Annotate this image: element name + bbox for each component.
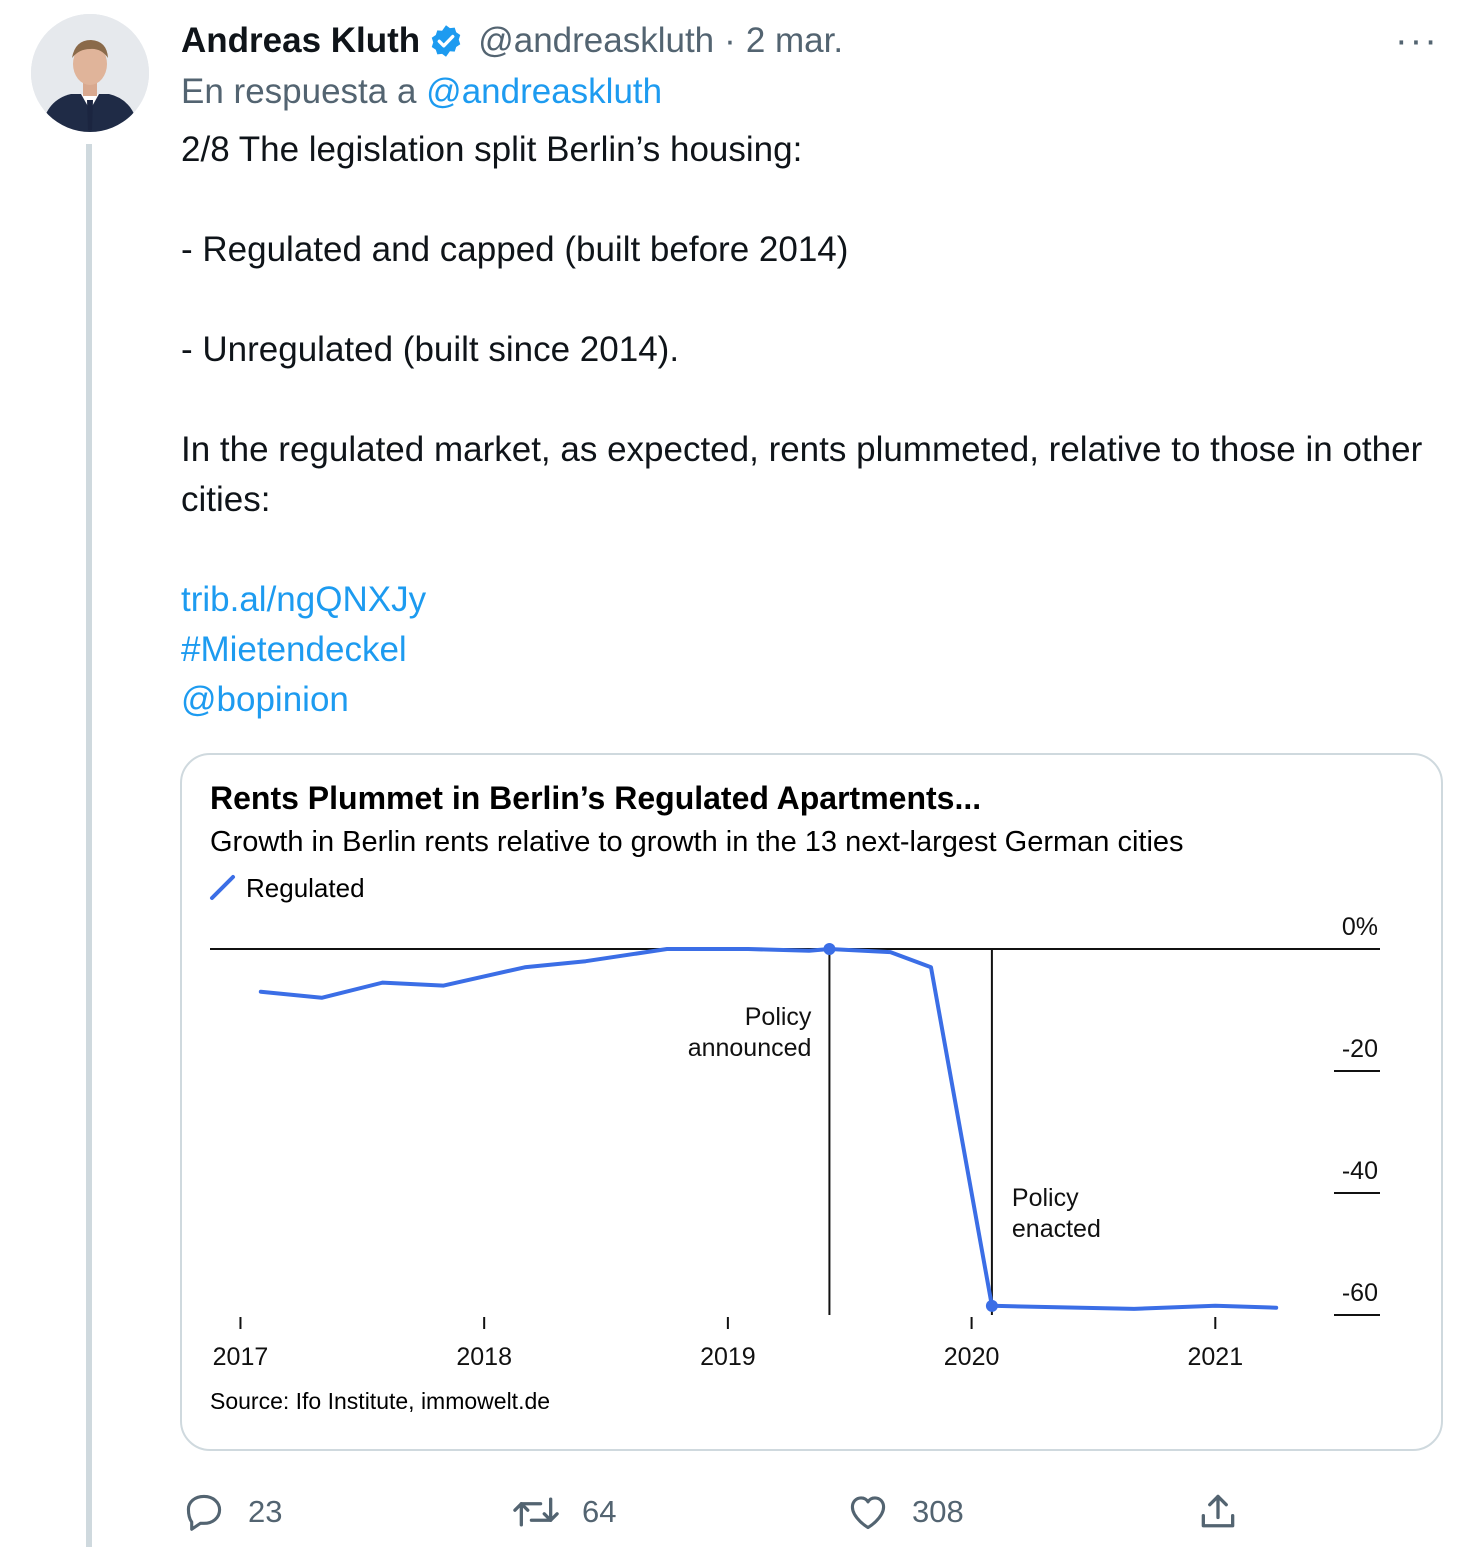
annotation-label: announced	[688, 1034, 812, 1062]
mention-link[interactable]: @bopinion	[181, 675, 1431, 725]
reply-icon	[186, 1494, 222, 1531]
author-handle[interactable]: @andreaskluth	[478, 21, 714, 61]
series-point-marker	[985, 1299, 998, 1312]
retweet-count: 64	[582, 1494, 617, 1529]
text-line: - Regulated and capped (built before 201…	[181, 230, 849, 269]
annotation-label: Policy	[1012, 1184, 1079, 1212]
chart-source: Source: Ifo Institute, immowelt.de	[210, 1388, 550, 1414]
x-tick-label: 2020	[944, 1343, 1000, 1371]
thread-line	[86, 144, 92, 1547]
text-line: - Unregulated (built since 2014).	[181, 330, 680, 369]
x-tick-label: 2019	[700, 1343, 756, 1371]
y-tick-label: 0%	[1342, 913, 1378, 941]
like-count: 308	[912, 1494, 964, 1529]
reply-prefix: En respuesta a	[181, 72, 417, 111]
separator-dot: ·	[724, 21, 736, 60]
tweet-header: Andreas Kluth @andreaskluth · 2 mar.	[181, 16, 843, 66]
more-options-icon[interactable]: ···	[1395, 20, 1439, 63]
x-tick-label: 2021	[1187, 1343, 1243, 1371]
legend-swatch	[210, 875, 235, 900]
article-link[interactable]: trib.al/ngQNXJy	[181, 575, 1431, 625]
annotation-label: enacted	[1012, 1215, 1101, 1243]
action-bar: 23 64 308	[0, 1482, 1467, 1542]
tweet-date[interactable]: 2 mar.	[746, 21, 843, 61]
y-tick-label: -40	[1342, 1157, 1378, 1185]
chart-title: Rents Plummet in Berlin’s Regulated Apar…	[210, 780, 981, 816]
retweet-icon	[513, 1497, 559, 1527]
share-button[interactable]	[1196, 1482, 1240, 1542]
series-point-marker	[823, 943, 836, 955]
y-tick-label: -20	[1342, 1035, 1378, 1063]
rent-chart: Rents Plummet in Berlin’s Regulated Apar…	[210, 780, 1380, 1414]
reply-button[interactable]: 23	[182, 1482, 282, 1542]
retweet-button[interactable]: 64	[512, 1482, 616, 1542]
share-icon	[1201, 1494, 1235, 1528]
heart-icon	[850, 1496, 886, 1530]
text-line: 2/8 The legislation split Berlin’s housi…	[181, 130, 803, 169]
avatar[interactable]	[31, 14, 149, 132]
author-name[interactable]: Andreas Kluth	[181, 21, 420, 61]
chart-image-card[interactable]: Rents Plummet in Berlin’s Regulated Apar…	[180, 753, 1443, 1451]
text-line: In the regulated market, as expected, re…	[181, 430, 1423, 519]
verified-badge-icon	[428, 23, 464, 59]
x-tick-label: 2018	[456, 1343, 512, 1371]
legend-label: Regulated	[246, 873, 365, 903]
x-tick-label: 2017	[213, 1343, 269, 1371]
reply-handle-link[interactable]: @andreaskluth	[426, 72, 662, 111]
chart-subtitle: Growth in Berlin rents relative to growt…	[210, 826, 1184, 858]
reply-count: 23	[248, 1494, 283, 1529]
y-tick-label: -60	[1342, 1279, 1378, 1307]
tweet-text: 2/8 The legislation split Berlin’s housi…	[181, 125, 1431, 725]
profile-photo	[31, 14, 149, 132]
annotation-label: Policy	[745, 1003, 812, 1031]
reply-context: En respuesta a @andreaskluth	[181, 72, 662, 112]
like-button[interactable]: 308	[846, 1482, 964, 1542]
hashtag-link[interactable]: #Mietendeckel	[181, 625, 1431, 675]
